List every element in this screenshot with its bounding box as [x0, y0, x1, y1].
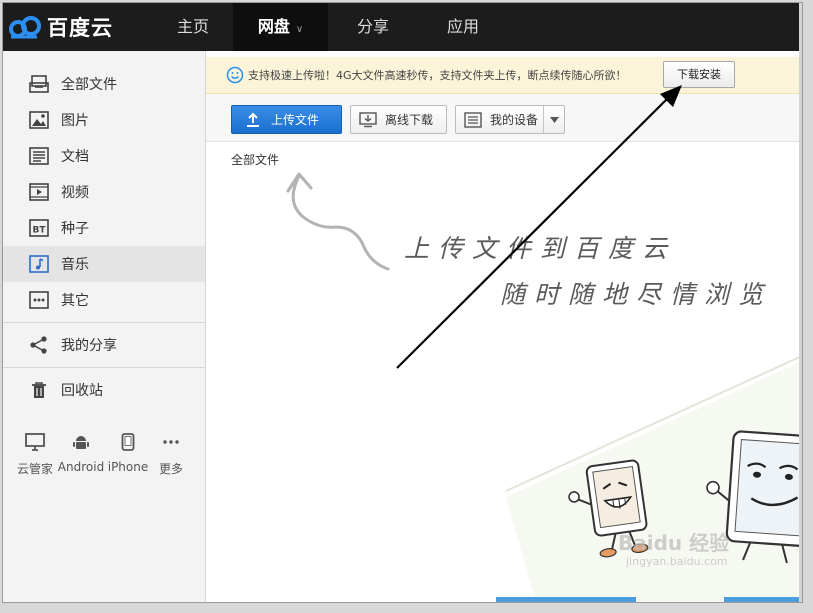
sidebar-item-my-share[interactable]: 我的分享 [3, 327, 205, 363]
device-label: 更多 [158, 462, 183, 476]
top-navbar: 百度云 主页 网盘 ∨ 分享 应用 [3, 3, 802, 51]
window-edge-scrollbar[interactable] [799, 3, 802, 602]
more-icon [28, 289, 50, 311]
sidebar-item-label: 其它 [61, 293, 89, 309]
music-icon [28, 253, 50, 275]
sidebar-item-label: 音乐 [61, 257, 89, 273]
device-links: 云管家 Android iPhone 更多 [13, 433, 191, 477]
sidebar-item-torrents[interactable]: BT 种子 [3, 210, 205, 246]
device-link-android[interactable]: Android [57, 433, 105, 477]
sidebar-item-label: 我的分享 [61, 338, 117, 354]
device-link-iphone[interactable]: iPhone [105, 433, 151, 477]
sidebar-item-images[interactable]: 图片 [3, 102, 205, 138]
app-window: 百度云 主页 网盘 ∨ 分享 应用 全部文件 图片 文档 视频 BT 种子 音乐… [3, 3, 802, 602]
more-icon [162, 433, 180, 455]
sidebar-item-other[interactable]: 其它 [3, 282, 205, 318]
empty-state-line2: 随时随地尽情浏览 [500, 280, 773, 309]
sidebar-divider [3, 367, 205, 368]
all-files-icon [28, 73, 50, 95]
android-icon [72, 433, 90, 455]
main-nav: 主页 网盘 ∨ 分享 应用 [153, 3, 508, 51]
chevron-down-icon: ∨ [295, 24, 304, 35]
document-icon [28, 145, 50, 167]
video-icon [28, 181, 50, 203]
logo-text: 百度云 [47, 16, 113, 40]
baidu-cloud-logo[interactable]: 百度云 [7, 11, 113, 43]
svg-text:BT: BT [33, 226, 47, 236]
main-content: 支持极速上传啦！4G大文件高速秒传，支持文件夹上传，断点续传随心所欲！ 下载安装… [206, 51, 802, 602]
watermark-url: jingyan.baidu.com [626, 555, 728, 568]
nav-netdisk[interactable]: 网盘 ∨ [233, 3, 328, 51]
share-icon [28, 334, 50, 356]
device-label: Android [57, 460, 105, 474]
sidebar-item-recycle-bin[interactable]: 回收站 [3, 372, 205, 408]
sidebar-item-all-files[interactable]: 全部文件 [3, 66, 205, 102]
sidebar-item-documents[interactable]: 文档 [3, 138, 205, 174]
nav-apps-label: 应用 [446, 17, 479, 36]
sidebar-item-music[interactable]: 音乐 [3, 246, 205, 282]
empty-state-illustration [286, 172, 802, 602]
device-label: 云管家 [16, 462, 53, 476]
nav-share-label: 分享 [356, 17, 389, 36]
sidebar-item-label: 文档 [61, 149, 89, 165]
empty-state-line1: 上传文件到百度云 [404, 234, 677, 263]
sidebar-item-label: 回收站 [61, 383, 103, 399]
sidebar-item-label: 全部文件 [61, 77, 117, 93]
device-link-more[interactable]: 更多 [151, 433, 191, 477]
nav-home[interactable]: 主页 [153, 3, 233, 51]
device-label: iPhone [107, 460, 149, 474]
sidebar-item-label: 图片 [61, 113, 89, 129]
sidebar-divider [3, 322, 205, 323]
sidebar: 全部文件 图片 文档 视频 BT 种子 音乐 其它 我的分享 回收站 云管家 A… [3, 51, 206, 602]
sidebar-item-label: 种子 [61, 221, 89, 237]
nav-netdisk-label: 网盘 [257, 17, 290, 36]
device-link-desktop[interactable]: 云管家 [13, 433, 57, 477]
nav-apps[interactable]: 应用 [418, 3, 508, 51]
sidebar-item-videos[interactable]: 视频 [3, 174, 205, 210]
desktop-icon [25, 433, 45, 455]
watermark-brand: Baidu 经验 [618, 531, 730, 555]
trash-icon [28, 379, 50, 401]
nav-home-label: 主页 [176, 17, 209, 36]
cloud-logo-icon [9, 16, 41, 39]
iphone-icon [121, 433, 135, 455]
sidebar-item-label: 视频 [61, 185, 89, 201]
image-icon [28, 109, 50, 131]
nav-share[interactable]: 分享 [328, 3, 418, 51]
bt-icon: BT [28, 217, 50, 239]
